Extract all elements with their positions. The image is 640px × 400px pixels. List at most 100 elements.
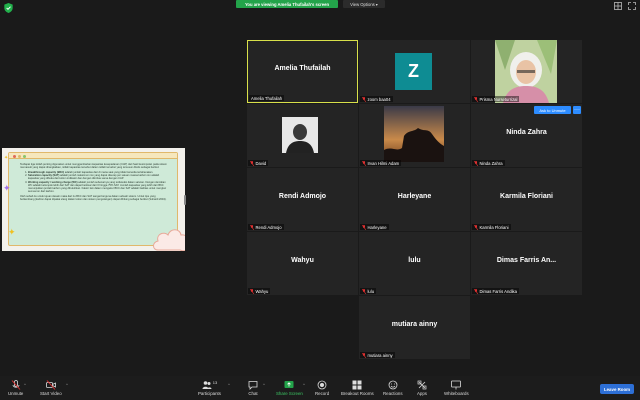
participant-tile[interactable]: Karmila Floriani Karmila Floriani — [471, 168, 582, 231]
participant-caption: Dimas Farris Andika — [472, 288, 519, 294]
participant-caption: mutiara ainny — [360, 352, 395, 358]
participant-name: Dimas Farris An... — [496, 257, 557, 264]
fullscreen-icon[interactable] — [628, 2, 636, 10]
sparkle-icon: ✦ — [4, 155, 9, 161]
participant-tile[interactable]: Amelia Thufailah Amelia Thufailah — [247, 40, 358, 103]
participant-caption: Harleyane — [360, 224, 389, 230]
participant-video — [495, 40, 557, 103]
participant-tile[interactable]: Dimas Farris An... Dimas Farris Andika — [471, 232, 582, 295]
chat-icon — [248, 381, 258, 390]
window-dot-icon — [18, 154, 21, 158]
document-list: Breakthrough capacity (BKC) adalah jumla… — [20, 171, 170, 194]
mic-muted-icon — [474, 160, 478, 166]
participant-name: Rendi Admojo — [278, 193, 327, 200]
zoom-window: You are viewing Amelia Thufailah's scree… — [0, 0, 640, 400]
caption-label: Harleyane — [367, 224, 387, 230]
smiley-icon — [388, 380, 398, 390]
participant-tile[interactable]: lulu lulu — [359, 232, 470, 295]
participant-caption: lulu — [360, 288, 377, 294]
shield-icon[interactable] — [4, 3, 13, 13]
leave-room-button[interactable]: Leave Room — [600, 384, 634, 394]
avatar — [384, 106, 444, 162]
view-options-button[interactable]: View Options ▾ — [343, 0, 385, 8]
mic-muted-icon — [362, 288, 366, 294]
participant-name: Harleyane — [397, 193, 432, 200]
participant-tile[interactable]: Irvan Hilmi Adam — [359, 104, 470, 167]
whiteboard-icon — [451, 380, 462, 390]
chevron-up-icon[interactable]: ^ — [228, 382, 230, 387]
participants-button[interactable]: 13 Participants — [198, 380, 221, 396]
participant-caption: David — [248, 160, 269, 166]
participant-name: mutiara ainny — [391, 321, 438, 328]
breakout-rooms-button[interactable]: Breakout Rooms — [341, 380, 374, 396]
participant-tile[interactable]: Rendi Admojo Rendi Admojo — [247, 168, 358, 231]
caption-label: Wahyu — [255, 288, 269, 294]
chevron-up-icon[interactable]: ^ — [303, 382, 305, 387]
more-options-button[interactable]: ··· — [573, 106, 581, 114]
apps-button[interactable]: Apps — [417, 380, 427, 396]
window-controls — [614, 2, 636, 10]
split-view-handle[interactable] — [184, 195, 186, 205]
mic-muted-icon — [250, 288, 254, 294]
mic-muted-icon — [362, 160, 366, 166]
participant-caption: Amelia Thufailah — [249, 95, 285, 101]
participant-caption: Rendi Admojo — [248, 224, 284, 230]
start-video-label: Start Video — [40, 391, 62, 396]
sparkle-icon: ✦ — [8, 227, 16, 237]
participant-caption: zoom baa04 — [360, 96, 393, 102]
chat-button[interactable]: Chat — [248, 380, 258, 396]
caption-label: Irvan Hilmi Adam — [367, 160, 400, 166]
mic-muted-icon — [362, 352, 366, 358]
whiteboards-button[interactable]: Whiteboards — [444, 380, 469, 396]
participant-tile[interactable]: Z zoom baa04 — [359, 40, 470, 103]
share-screen-button[interactable]: Share Screen — [276, 380, 303, 396]
view-options-label: View Options — [350, 1, 375, 7]
unmute-button[interactable]: Unmute — [8, 380, 23, 396]
participant-tile[interactable]: Harleyane Harleyane — [359, 168, 470, 231]
participant-caption: Prisma Nurseturrizal — [472, 96, 520, 102]
caption-label: Karmila Floriani — [479, 224, 509, 230]
participant-tile[interactable]: Wahyu Wahyu — [247, 232, 358, 295]
caption-label: mutiara ainny — [367, 352, 393, 358]
caption-label: Dimas Farris Andika — [479, 288, 517, 294]
sparkle-icon: ✦ — [3, 183, 11, 193]
participant-tile[interactable]: mutiara ainny mutiara ainny — [359, 296, 470, 359]
meeting-toolbar: Unmute ^ Start Video ^ 13 Participants ^… — [0, 376, 640, 400]
list-item: Working capacity / working charge (WC) a… — [28, 181, 170, 193]
caption-label: David — [255, 160, 267, 166]
apps-icon — [417, 380, 427, 390]
mic-muted-icon — [250, 160, 254, 166]
chat-label: Chat — [248, 391, 258, 396]
shared-screen: Terdapat tiga istilah penting digunakan … — [2, 148, 185, 251]
participant-caption: Wahyu — [248, 288, 271, 294]
window-dot-icon — [23, 154, 26, 158]
participant-caption: Irvan Hilmi Adam — [360, 160, 402, 166]
whiteboards-label: Whiteboards — [444, 391, 469, 396]
share-screen-label: Share Screen — [276, 391, 303, 396]
window-dot-icon — [13, 154, 16, 158]
document-title-bar — [9, 153, 177, 159]
breakout-rooms-label: Breakout Rooms — [341, 391, 374, 396]
ask-to-unmute-button[interactable]: Ask to Unmute — [534, 106, 571, 114]
participant-name: Amelia Thufailah — [274, 65, 331, 72]
document-outro: Oleh sebab itu untuk tujuan desain maka … — [20, 195, 167, 202]
participant-name: Wahyu — [291, 257, 314, 264]
record-button[interactable]: Record — [315, 380, 329, 396]
mic-muted-icon — [11, 380, 21, 390]
viewing-screen-banner: You are viewing Amelia Thufailah's scree… — [236, 0, 338, 8]
participant-tile[interactable]: Prisma Nurseturrizal — [471, 40, 582, 103]
caption-label: Rendi Admojo — [255, 224, 282, 230]
chevron-up-icon[interactable]: ^ — [263, 382, 265, 387]
participant-tile[interactable]: David — [247, 104, 358, 167]
chevron-up-icon[interactable]: ^ — [66, 382, 68, 387]
record-icon — [317, 380, 327, 390]
caption-label: Ninda Zahra — [479, 160, 503, 166]
start-video-button[interactable]: Start Video — [40, 380, 62, 396]
participants-count: 13 — [212, 380, 218, 385]
reactions-button[interactable]: Reactions — [383, 380, 403, 396]
participants-icon — [202, 381, 212, 389]
participant-caption: Ninda Zahra — [472, 160, 505, 166]
chevron-up-icon[interactable]: ^ — [24, 382, 26, 387]
speaker-view-icon[interactable] — [614, 2, 622, 10]
apps-label: Apps — [417, 391, 428, 396]
